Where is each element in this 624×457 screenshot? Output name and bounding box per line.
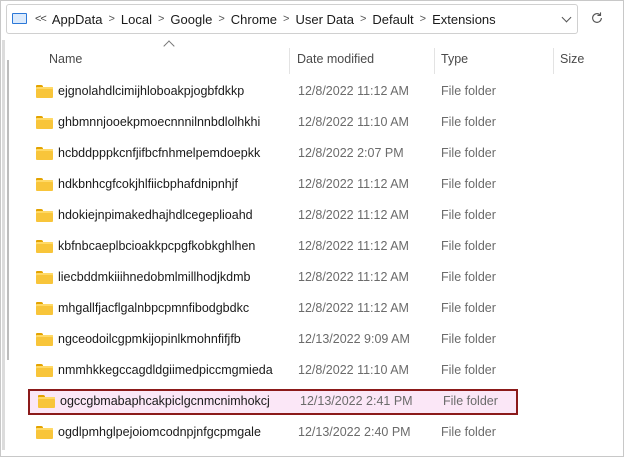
file-date-modified: 12/8/2022 11:10 AM	[298, 115, 409, 129]
folder-icon	[36, 426, 53, 439]
table-row[interactable]: ngceodoilcgpmkijopinlkmohnfifjfb 12/13/2…	[26, 327, 520, 353]
file-date-modified: 12/8/2022 11:12 AM	[298, 270, 409, 284]
file-type: File folder	[441, 208, 496, 222]
table-row[interactable]: nmmhkkegccagdldgiimedpiccmgmieda 12/8/20…	[26, 358, 520, 384]
file-date-modified: 12/8/2022 11:12 AM	[298, 239, 409, 253]
file-date-modified: 12/8/2022 11:12 AM	[298, 84, 409, 98]
file-name: ghbmnnjooekpmoecnnnilnnbdlolhkhi	[58, 115, 261, 129]
column-headers: Name Date modified Type Size	[26, 40, 622, 76]
breadcrumb-appdata[interactable]: AppData	[52, 12, 103, 27]
column-divider[interactable]	[553, 48, 554, 74]
file-name: hcbddpppkcnfjifbcfnhmelpemdoepkk	[58, 146, 261, 160]
folder-icon	[36, 271, 53, 284]
file-type: File folder	[441, 177, 496, 191]
breadcrumb-extensions[interactable]: Extensions	[432, 12, 496, 27]
breadcrumb-separator[interactable]: >	[360, 13, 366, 25]
folder-icon	[36, 333, 53, 346]
window-left-edge	[2, 40, 5, 450]
breadcrumb-user-data[interactable]: User Data	[295, 12, 354, 27]
column-header-date-modified[interactable]: Date modified	[297, 52, 374, 66]
address-bar[interactable]: << AppData > Local > Google > Chrome > U…	[6, 4, 578, 34]
table-row[interactable]: ghbmnnjooekpmoecnnnilnnbdlolhkhi 12/8/20…	[26, 110, 520, 136]
file-date-modified: 12/8/2022 11:12 AM	[298, 301, 409, 315]
table-row[interactable]: hdkbnhcgfcokjhlfiicbphafdnipnhjf 12/8/20…	[26, 172, 520, 198]
table-row[interactable]: hcbddpppkcnfjifbcfnhmelpemdoepkk 12/8/20…	[26, 141, 520, 167]
folder-icon	[36, 302, 53, 315]
address-dropdown-button[interactable]	[561, 9, 571, 29]
file-type: File folder	[441, 270, 496, 284]
table-row[interactable]: ogdlpmhglpejoiomcodnpjnfgcpmgale 12/13/2…	[26, 420, 520, 446]
folder-icon	[38, 395, 55, 408]
column-divider[interactable]	[434, 48, 435, 74]
table-row[interactable]: liecbddmkiiihnedobmlmillhodjkdmb 12/8/20…	[26, 265, 520, 291]
folder-icon	[36, 364, 53, 377]
file-type: File folder	[443, 394, 498, 408]
file-name: mhgallfjacflgalnbpcpmnfibodgbdkc	[58, 301, 250, 315]
nav-pane-scrollbar[interactable]	[7, 60, 9, 360]
file-date-modified: 12/13/2022 9:09 AM	[298, 332, 410, 346]
file-date-modified: 12/8/2022 11:10 AM	[298, 363, 409, 377]
file-date-modified: 12/13/2022 2:40 PM	[298, 425, 411, 439]
folder-icon	[36, 240, 53, 253]
file-type: File folder	[441, 84, 496, 98]
chevron-down-icon	[561, 12, 571, 22]
file-name: hdokiejnpimakedhajhdlcegeplioahd	[58, 208, 253, 222]
refresh-icon	[592, 12, 602, 23]
file-type: File folder	[441, 332, 496, 346]
file-type: File folder	[441, 146, 496, 160]
file-name: hdkbnhcgfcokjhlfiicbphafdnipnhjf	[58, 177, 238, 191]
column-header-name[interactable]: Name	[49, 52, 82, 66]
table-row-highlighted[interactable]: ogccgbmabaphcakpiclgcnmcnimhokcj 12/13/2…	[28, 389, 518, 415]
breadcrumb-local[interactable]: Local	[121, 12, 152, 27]
table-row[interactable]: hdokiejnpimakedhajhdlcegeplioahd 12/8/20…	[26, 203, 520, 229]
file-type: File folder	[441, 115, 496, 129]
file-name: ngceodoilcgpmkijopinlkmohnfifjfb	[58, 332, 241, 346]
refresh-button[interactable]	[586, 7, 608, 29]
column-header-size[interactable]: Size	[560, 52, 584, 66]
this-pc-icon	[11, 13, 27, 25]
table-row[interactable]: ejgnolahdlcimijhloboakpjogbfdkkp 12/8/20…	[26, 79, 520, 105]
file-name: ogccgbmabaphcakpiclgcnmcnimhokcj	[60, 394, 270, 408]
file-type: File folder	[441, 425, 496, 439]
file-date-modified: 12/8/2022 11:12 AM	[298, 208, 409, 222]
folder-icon	[36, 85, 53, 98]
file-type: File folder	[441, 239, 496, 253]
file-name: kbfnbcaeplbcioakkpcpgfkobkghlhen	[58, 239, 256, 253]
folder-icon	[36, 178, 53, 191]
folder-icon	[36, 209, 53, 222]
folder-icon	[36, 147, 53, 160]
file-name: ejgnolahdlcimijhloboakpjogbfdkkp	[58, 84, 245, 98]
file-type: File folder	[441, 301, 496, 315]
file-date-modified: 12/13/2022 2:41 PM	[300, 394, 413, 408]
breadcrumb-separator[interactable]: >	[158, 13, 164, 25]
breadcrumb-separator[interactable]: >	[108, 13, 114, 25]
file-date-modified: 12/8/2022 2:07 PM	[298, 146, 404, 160]
breadcrumb-google[interactable]: Google	[170, 12, 212, 27]
breadcrumb-separator[interactable]: >	[218, 13, 224, 25]
breadcrumb-default[interactable]: Default	[372, 12, 413, 27]
breadcrumb-overflow[interactable]: <<	[35, 13, 47, 25]
file-name: ogdlpmhglpejoiomcodnpjnfgcpmgale	[58, 425, 261, 439]
folder-icon	[36, 116, 53, 129]
breadcrumb-separator[interactable]: >	[283, 13, 289, 25]
table-row[interactable]: kbfnbcaeplbcioakkpcpgfkobkghlhen 12/8/20…	[26, 234, 520, 260]
file-name: liecbddmkiiihnedobmlmillhodjkdmb	[58, 270, 251, 284]
table-row[interactable]: mhgallfjacflgalnbpcpmnfibodgbdkc 12/8/20…	[26, 296, 520, 322]
breadcrumb-separator[interactable]: >	[420, 13, 426, 25]
breadcrumb-chrome[interactable]: Chrome	[231, 12, 277, 27]
file-type: File folder	[441, 363, 496, 377]
file-name: nmmhkkegccagdldgiimedpiccmgmieda	[58, 363, 273, 377]
file-date-modified: 12/8/2022 11:12 AM	[298, 177, 409, 191]
column-divider[interactable]	[289, 48, 290, 74]
column-header-type[interactable]: Type	[441, 52, 468, 66]
